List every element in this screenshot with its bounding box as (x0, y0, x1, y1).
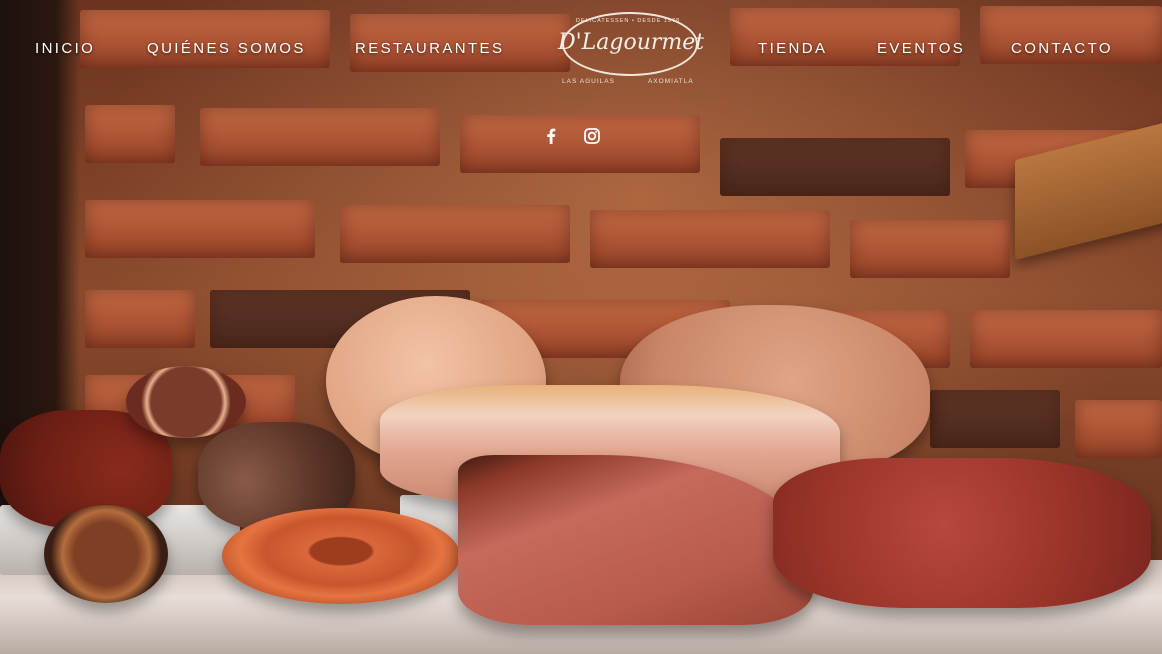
nav-link-quienes-somos[interactable]: QUIÉNES SOMOS (147, 40, 306, 57)
nav-link-restaurantes[interactable]: RESTAURANTES (355, 40, 504, 57)
brand-logo[interactable]: DELICATESSEN • DESDE 1978 D'Lagourmet LA… (558, 8, 705, 85)
main-navigation: INICIO QUIÉNES SOMOS RESTAURANTES DELICA… (0, 0, 1162, 90)
cured-ham (773, 458, 1151, 608)
sausage-coil (222, 508, 460, 604)
logo-location-left: LAS AGUILAS (562, 78, 615, 85)
nav-link-contacto[interactable]: CONTACTO (1011, 40, 1113, 57)
logo-tagline: DELICATESSEN • DESDE 1978 (575, 18, 681, 24)
nav-link-tienda[interactable]: TIENDA (758, 40, 827, 57)
logo-location-right: AXOMIATLA (648, 78, 694, 85)
instagram-icon[interactable] (581, 125, 603, 147)
nav-link-eventos[interactable]: EVENTOS (877, 40, 965, 57)
morcilla-slice (44, 505, 168, 603)
facebook-icon[interactable] (540, 125, 562, 147)
logo-wordmark: D'Lagourmet (558, 30, 705, 55)
nav-link-inicio[interactable]: INICIO (35, 40, 95, 57)
salami-slice (126, 366, 246, 438)
hero-section (0, 0, 1162, 654)
